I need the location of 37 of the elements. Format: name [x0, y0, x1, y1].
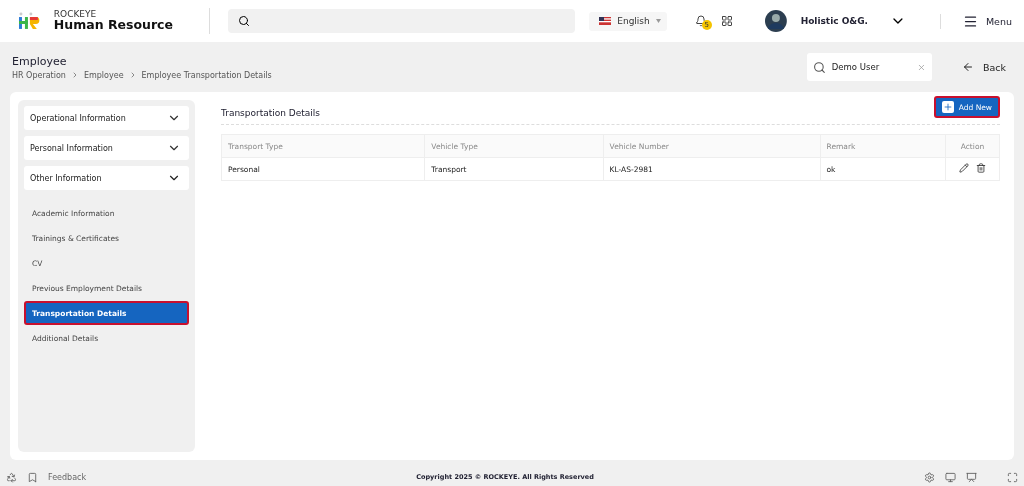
bell-icon[interactable] [694, 15, 707, 27]
menu-icon [962, 13, 978, 29]
user-name[interactable]: Holistic O&G. [800, 16, 869, 26]
breadcrumb-link[interactable]: HR Operation [12, 70, 66, 80]
plus-icon [941, 101, 954, 113]
flag-icon [599, 17, 612, 25]
employee-search-field[interactable]: Demo User [806, 53, 932, 81]
presentation-icon[interactable] [966, 471, 977, 483]
accordion-header[interactable]: Personal Information [24, 136, 189, 160]
accordion-header[interactable]: Operational Information [24, 106, 189, 130]
language-select[interactable]: English [589, 11, 667, 31]
recycle-icon[interactable] [6, 471, 17, 483]
monitor-icon[interactable] [945, 471, 956, 483]
avatar[interactable] [764, 10, 787, 32]
menu-button[interactable]: Menu [939, 13, 1012, 29]
page-title: Employee [12, 54, 68, 68]
brand-top: ROCKEYE [53, 10, 98, 20]
breadcrumb-link[interactable]: Employee [83, 70, 124, 80]
section-title: Transportation Details [221, 108, 321, 118]
back-button[interactable]: Back [955, 60, 1012, 74]
caret-icon [655, 19, 661, 23]
feedback-link[interactable]: Feedback [48, 472, 87, 482]
breadcrumb-link[interactable]: Employee Transportation Details [141, 70, 272, 80]
fullscreen-icon[interactable] [1007, 471, 1018, 483]
grid-icon[interactable] [720, 15, 733, 27]
edit-icon[interactable] [959, 163, 969, 173]
bookmark-icon[interactable] [27, 471, 38, 483]
logo-icon [18, 12, 40, 30]
brand-name: Human Resource [53, 19, 174, 32]
search-icon [237, 15, 250, 27]
close-icon[interactable] [917, 62, 926, 72]
delete-icon[interactable] [976, 163, 986, 173]
search-icon [812, 60, 826, 74]
search-field[interactable] [227, 9, 576, 33]
arrow-left-icon [961, 61, 974, 73]
settings-icon[interactable] [924, 471, 935, 483]
accordion-header[interactable]: Other Information [24, 166, 189, 190]
